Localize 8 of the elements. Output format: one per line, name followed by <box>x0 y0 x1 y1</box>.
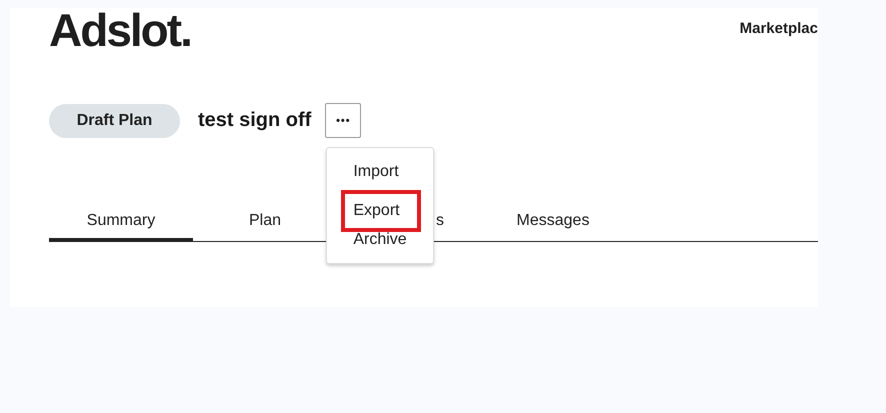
plan-title: test sign off <box>198 109 312 132</box>
nav-link[interactable]: Marketplac <box>740 20 818 37</box>
menu-item[interactable]: Export <box>341 190 422 232</box>
status-badge: Draft Plan <box>49 104 180 138</box>
tab[interactable]: Messages <box>481 206 625 241</box>
tab[interactable]: Summary <box>49 206 193 241</box>
more-button[interactable]: ••• <box>325 103 362 138</box>
logo[interactable]: Adslot. <box>49 8 191 58</box>
